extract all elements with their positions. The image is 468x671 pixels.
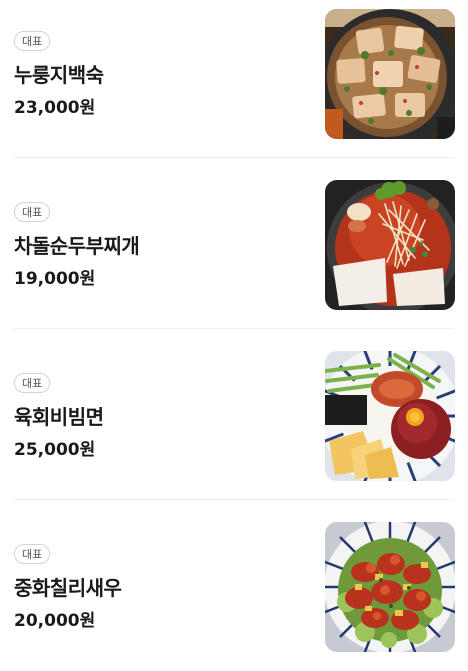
signature-badge: 대표 [14,31,51,51]
divider [14,328,454,329]
signature-badge: 대표 [14,202,51,222]
menu-photo[interactable] [325,351,455,481]
menu-item[interactable]: 대표 차돌순두부찌개 19,000원 [0,159,468,329]
menu-price: 25,000원 [14,440,96,460]
menu-name: 누룽지백숙 [14,63,104,87]
menu-name: 중화칠리새우 [14,576,122,600]
menu-item[interactable]: 대표 육회비빔면 25,000원 [0,330,468,500]
menu-price: 19,000원 [14,269,96,289]
menu-name: 육회비빔면 [14,405,104,429]
menu-photo[interactable] [325,9,455,139]
menu-photo[interactable] [325,180,455,310]
menu-item[interactable]: 대표 중화칠리새우 20,000원 [0,501,468,671]
menu-item[interactable]: 대표 누룽지백숙 23,000원 [0,0,468,158]
menu-name: 차돌순두부찌개 [14,234,140,258]
signature-badge: 대표 [14,544,51,564]
divider [14,157,454,158]
signature-badge: 대표 [14,373,51,393]
menu-price: 23,000원 [14,98,96,118]
menu-price: 20,000원 [14,611,96,631]
menu-photo[interactable] [325,522,455,652]
divider [14,499,454,500]
menu-list: 대표 누룽지백숙 23,000원 대표 차돌순두부찌개 19,000원 대표 육… [0,0,468,664]
